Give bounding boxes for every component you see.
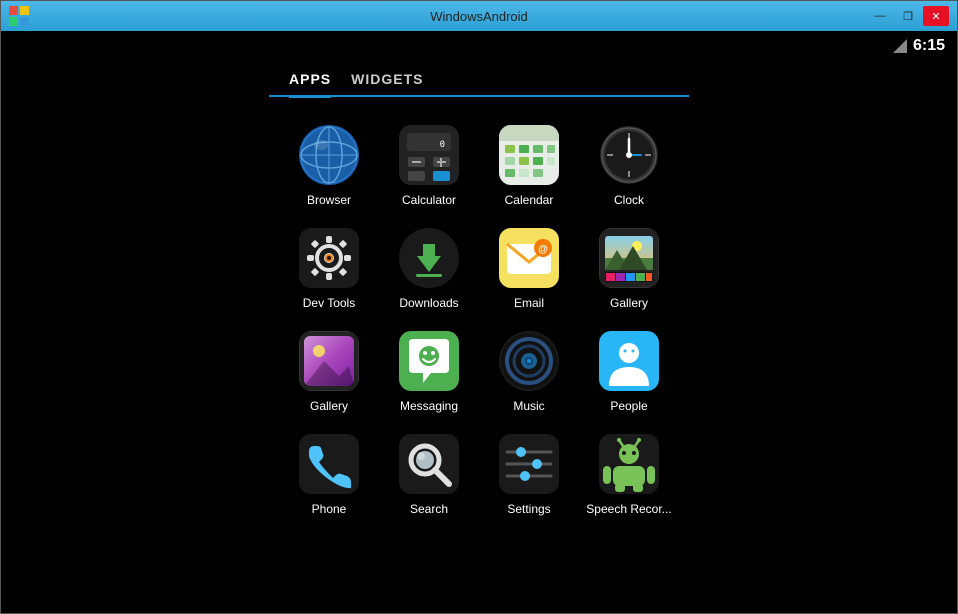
app-icon-search: [399, 434, 459, 494]
app-label-email: Email: [514, 296, 544, 310]
app-label-gallery2: Gallery: [610, 296, 648, 310]
app-messaging[interactable]: Messaging: [382, 323, 477, 421]
status-bar: 6:15: [881, 31, 957, 61]
app-clock[interactable]: Clock: [582, 117, 677, 215]
svg-text:0: 0: [440, 140, 445, 150]
app-icon-phone: [299, 434, 359, 494]
app-icon-clock: [599, 125, 659, 185]
window-title: WindowsAndroid: [430, 9, 528, 24]
app-icon-speechrecog: [599, 434, 659, 494]
restore-button[interactable]: ❐: [895, 6, 921, 26]
app-browser[interactable]: Browser: [282, 117, 377, 215]
signal-icon: [893, 39, 907, 53]
app-icon-settings: [499, 434, 559, 494]
app-label-speechrecog: Speech Recor...: [586, 502, 671, 516]
main-window: WindowsAndroid — ❐ ✕ 6:15 APPS WIDGETS: [0, 0, 958, 614]
close-button[interactable]: ✕: [923, 6, 949, 26]
app-icon-calculator: 0: [399, 125, 459, 185]
app-settings[interactable]: Settings: [482, 426, 577, 524]
status-time: 6:15: [913, 37, 945, 55]
app-tabs: APPS WIDGETS: [269, 61, 689, 97]
app-calculator[interactable]: 0 Calculator: [382, 117, 477, 215]
app-label-phone: Phone: [312, 502, 347, 516]
app-icon-people: [599, 331, 659, 391]
app-devtools[interactable]: Dev Tools: [282, 220, 377, 318]
app-music[interactable]: Music: [482, 323, 577, 421]
app-label-search: Search: [410, 502, 448, 516]
app-label-devtools: Dev Tools: [303, 296, 355, 310]
app-label-clock: Clock: [614, 193, 644, 207]
app-label-gallery: Gallery: [310, 399, 348, 413]
app-drawer: APPS WIDGETS: [269, 61, 689, 534]
app-label-calendar: Calendar: [505, 193, 554, 207]
app-icon-calendar: [499, 125, 559, 185]
app-icon-email: @: [499, 228, 559, 288]
app-icon-music: [499, 331, 559, 391]
app-people[interactable]: People: [582, 323, 677, 421]
app-label-calculator: Calculator: [402, 193, 456, 207]
window-controls: — ❐ ✕: [867, 6, 949, 26]
app-label-browser: Browser: [307, 193, 351, 207]
app-icon-messaging: [399, 331, 459, 391]
app-downloads[interactable]: Downloads: [382, 220, 477, 318]
app-email[interactable]: @ Email: [482, 220, 577, 318]
app-icon: [9, 6, 29, 26]
app-label-music: Music: [513, 399, 544, 413]
app-icon-gallery2: [599, 228, 659, 288]
app-label-people: People: [610, 399, 647, 413]
app-grid: Browser: [269, 107, 689, 534]
app-icon-browser: [299, 125, 359, 185]
app-label-messaging: Messaging: [400, 399, 458, 413]
tab-apps[interactable]: APPS: [289, 71, 331, 98]
title-bar: WindowsAndroid — ❐ ✕: [1, 1, 957, 31]
svg-text:@: @: [538, 244, 548, 255]
app-label-downloads: Downloads: [399, 296, 458, 310]
app-calendar[interactable]: Calendar: [482, 117, 577, 215]
app-icon-devtools: [299, 228, 359, 288]
title-bar-left: [9, 6, 29, 26]
app-gallery[interactable]: Gallery: [282, 323, 377, 421]
app-icon-gallery: [299, 331, 359, 391]
app-speechrecog[interactable]: Speech Recor...: [582, 426, 677, 524]
app-label-settings: Settings: [507, 502, 550, 516]
tab-widgets[interactable]: WIDGETS: [351, 71, 423, 95]
app-icon-downloads: [399, 228, 459, 288]
minimize-button[interactable]: —: [867, 6, 893, 26]
app-phone[interactable]: Phone: [282, 426, 377, 524]
app-gallery2[interactable]: Gallery: [582, 220, 677, 318]
app-search[interactable]: Search: [382, 426, 477, 524]
android-screen: 6:15 APPS WIDGETS: [1, 31, 957, 613]
